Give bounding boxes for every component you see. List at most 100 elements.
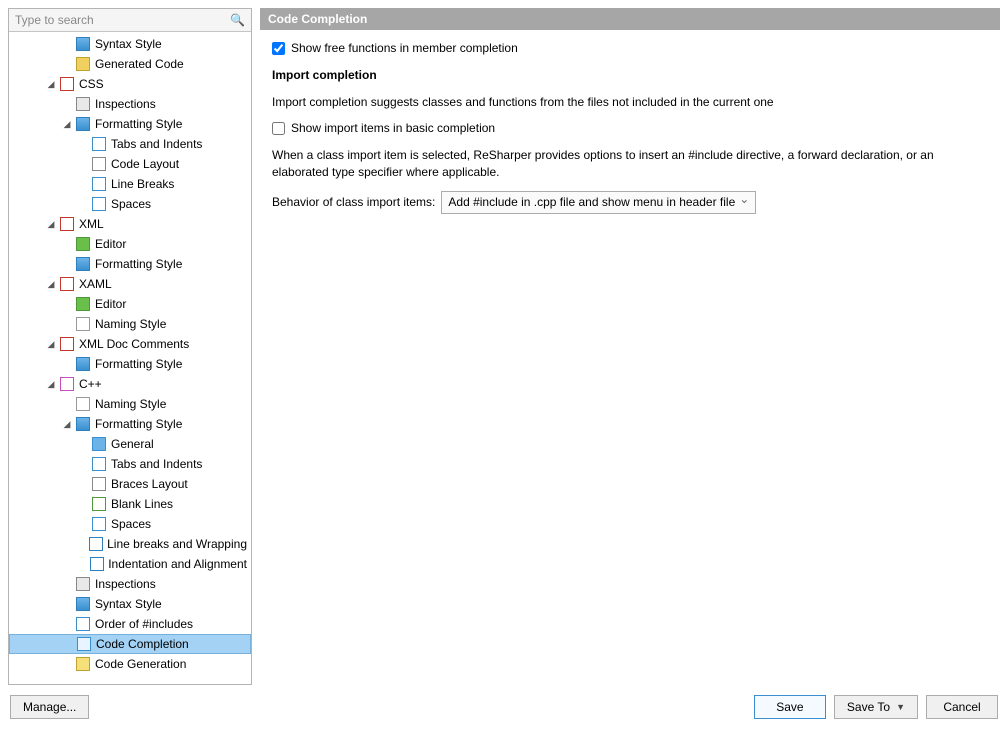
ic-css-icon <box>59 76 75 92</box>
tree-item[interactable]: Syntax Style <box>9 594 251 614</box>
ic-order-icon <box>75 616 91 632</box>
ic-fmt-icon <box>75 356 91 372</box>
ic-tabs-icon <box>91 136 107 152</box>
tree-item-label: Inspections <box>95 577 156 591</box>
checkbox-input[interactable] <box>272 122 285 135</box>
expander-icon[interactable]: ◢ <box>45 339 57 350</box>
tree-item-label: Blank Lines <box>111 497 173 511</box>
tree-item[interactable]: Line breaks and Wrapping <box>9 534 251 554</box>
expander-icon[interactable]: ◢ <box>45 219 57 230</box>
options-tree-panel: 🔍 Syntax Style Generated Code ◢ CSS Inspecti… <box>8 8 252 685</box>
ic-blank-icon <box>91 496 107 512</box>
tree-item[interactable]: Formatting Style <box>9 354 251 374</box>
expander-icon[interactable]: ◢ <box>45 279 57 290</box>
tree-item-label: Inspections <box>95 97 156 111</box>
import-completion-header: Import completion <box>272 67 988 84</box>
ic-xml-icon <box>59 216 75 232</box>
behavior-select[interactable]: Add #include in .cpp file and show menu … <box>441 191 756 214</box>
tree-item-label: Editor <box>95 297 126 311</box>
ic-insp-icon <box>75 576 91 592</box>
tree-item[interactable]: ◢ C++ <box>9 374 251 394</box>
tree-item[interactable]: ◢XML Doc Comments <box>9 334 251 354</box>
tree-item[interactable]: Editor <box>9 294 251 314</box>
show-free-functions-checkbox[interactable]: Show free functions in member completion <box>272 40 988 57</box>
tree-item[interactable]: Indentation and Alignment <box>9 554 251 574</box>
tree-item-label: Formatting Style <box>95 117 182 131</box>
tree-item[interactable]: Syntax Style <box>9 34 251 54</box>
ic-style-icon <box>75 36 91 52</box>
tree-item[interactable]: Editor <box>9 234 251 254</box>
manage-button[interactable]: Manage... <box>10 695 89 719</box>
expander-icon[interactable]: ◢ <box>61 419 73 430</box>
checkbox-label: Show import items in basic completion <box>291 120 495 137</box>
tree-item-label: Line breaks and Wrapping <box>107 537 247 551</box>
checkbox-label: Show free functions in member completion <box>291 40 518 57</box>
tree-item-label: General <box>111 437 154 451</box>
tree-item-label: Tabs and Indents <box>111 457 202 471</box>
tree-item[interactable]: Braces Layout <box>9 474 251 494</box>
tree-item[interactable]: General <box>9 434 251 454</box>
tree-item[interactable]: Inspections <box>9 94 251 114</box>
expander-icon[interactable]: ◢ <box>61 119 73 130</box>
tree-item-label: Formatting Style <box>95 357 182 371</box>
ic-layout-icon <box>91 156 107 172</box>
ic-name-icon <box>75 316 91 332</box>
options-page: Code Completion Show free functions in m… <box>260 8 1000 685</box>
ic-gen-icon <box>75 56 91 72</box>
tree-item[interactable]: ◢ CSS <box>9 74 251 94</box>
tree-item[interactable]: Spaces <box>9 514 251 534</box>
tree-item-label: Naming Style <box>95 397 166 411</box>
save-button[interactable]: Save <box>754 695 826 719</box>
tree-item[interactable]: ◢XML <box>9 214 251 234</box>
tree-item[interactable]: Generated Code <box>9 54 251 74</box>
tree-item[interactable]: Formatting Style <box>9 254 251 274</box>
tree-item-label: Editor <box>95 237 126 251</box>
search-icon[interactable]: 🔍 <box>224 13 251 27</box>
tree-item[interactable]: Blank Lines <box>9 494 251 514</box>
tree-item-label: Naming Style <box>95 317 166 331</box>
ic-braces-icon <box>91 476 107 492</box>
tree-item[interactable]: Tabs and Indents <box>9 134 251 154</box>
tree-item[interactable]: Line Breaks <box>9 174 251 194</box>
expander-icon[interactable]: ◢ <box>45 379 57 390</box>
tree-item[interactable]: ◢XAML <box>9 274 251 294</box>
tree-item-label: Line Breaks <box>111 177 174 191</box>
behavior-label: Behavior of class import items: <box>272 194 435 211</box>
save-to-button[interactable]: Save To ▼ <box>834 695 918 719</box>
tree-item[interactable]: Code Completion <box>9 634 251 654</box>
ic-fmt-icon <box>75 256 91 272</box>
ic-editor-icon <box>75 236 91 252</box>
tree-item[interactable]: Spaces <box>9 194 251 214</box>
ic-codegen-icon <box>75 656 91 672</box>
checkbox-input[interactable] <box>272 42 285 55</box>
ic-fmt-icon <box>75 116 91 132</box>
cancel-button[interactable]: Cancel <box>926 695 998 719</box>
tree-item-label: Braces Layout <box>111 477 188 491</box>
ic-complete-icon <box>76 636 92 652</box>
tree-item-label: Formatting Style <box>95 257 182 271</box>
tree-item[interactable]: Inspections <box>9 574 251 594</box>
tree-item-label: Syntax Style <box>95 37 162 51</box>
search-input[interactable] <box>9 9 224 31</box>
ic-spaces-icon <box>91 196 107 212</box>
ic-xml-icon <box>59 276 75 292</box>
show-import-items-checkbox[interactable]: Show import items in basic completion <box>272 120 988 137</box>
expander-icon[interactable]: ◢ <box>45 79 57 90</box>
tree-item[interactable]: ◢ Formatting Style <box>9 114 251 134</box>
ic-fmt-icon <box>75 416 91 432</box>
tree-item[interactable]: Naming Style <box>9 314 251 334</box>
tree-item-label: C++ <box>79 377 102 391</box>
tree-item[interactable]: Order of #includes <box>9 614 251 634</box>
tree-item-label: Tabs and Indents <box>111 137 202 151</box>
tree-item-label: Code Layout <box>111 157 179 171</box>
save-to-label: Save To <box>847 700 890 714</box>
tree-item[interactable]: Code Generation <box>9 654 251 674</box>
ic-editor-icon <box>75 296 91 312</box>
options-tree[interactable]: Syntax Style Generated Code ◢ CSS Inspection… <box>9 32 251 684</box>
ic-gen2-icon <box>91 436 107 452</box>
tree-item-label: CSS <box>79 77 104 91</box>
tree-item[interactable]: Tabs and Indents <box>9 454 251 474</box>
tree-item[interactable]: Code Layout <box>9 154 251 174</box>
tree-item[interactable]: ◢Formatting Style <box>9 414 251 434</box>
tree-item[interactable]: Naming Style <box>9 394 251 414</box>
